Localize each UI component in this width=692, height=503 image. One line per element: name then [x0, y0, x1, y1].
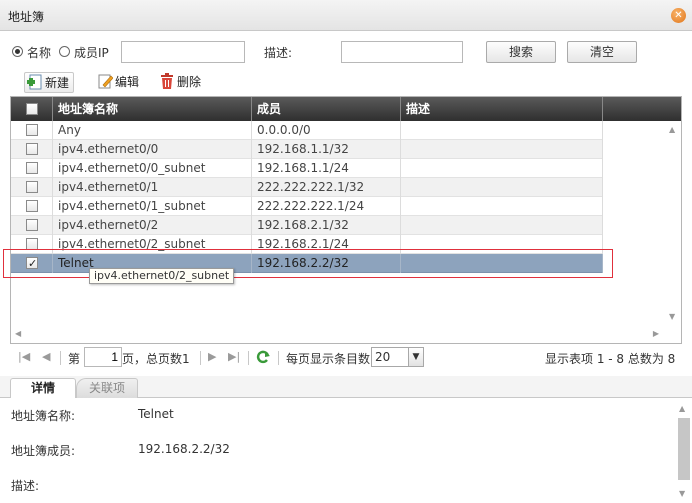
close-icon[interactable]: ✕ — [671, 8, 686, 23]
cell-desc — [401, 121, 603, 140]
new-label: 新建 — [45, 76, 70, 90]
clear-button[interactable]: 清空 — [567, 41, 637, 63]
table-row[interactable]: ipv4.ethernet0/1_subnet 222.222.222.1/24 — [11, 197, 603, 216]
detail-scroll-thumb[interactable] — [678, 418, 690, 480]
cell-name: Any — [53, 121, 252, 140]
detail-name-label: 地址簿名称: — [11, 409, 76, 423]
grid-toolbar: 新建 编辑 删除 — [10, 71, 682, 95]
grid-vertical-scrollbar[interactable]: ▲ ▼ — [665, 121, 681, 325]
per-page-select[interactable]: 20 — [371, 347, 409, 367]
pager-summary: 显示表项 1 - 8 总数为 8 — [545, 352, 676, 366]
search-button[interactable]: 搜索 — [486, 41, 556, 63]
row-checkbox[interactable] — [26, 143, 38, 155]
tab-details[interactable]: 详情 — [10, 378, 76, 398]
column-header-desc[interactable]: 描述 — [401, 97, 603, 121]
cell-desc — [401, 178, 603, 197]
table-row[interactable]: ipv4.ethernet0/0 192.168.1.1/32 — [11, 140, 603, 159]
new-icon — [27, 74, 42, 90]
search-input[interactable] — [121, 41, 245, 63]
detail-member-label: 地址簿成员: — [11, 444, 76, 458]
cell-member: 222.222.222.1/32 — [252, 178, 401, 197]
first-page-icon[interactable]: |◀ — [18, 350, 30, 363]
grid-header: 地址簿名称 成员 描述 — [11, 97, 681, 121]
detail-scroll-down-icon[interactable]: ▼ — [679, 489, 685, 498]
trash-icon — [161, 73, 173, 89]
radio-member-ip-label: 成员IP — [74, 46, 109, 60]
edit-button[interactable]: 编辑 — [97, 72, 139, 93]
cell-desc — [401, 197, 603, 216]
row-checkbox[interactable] — [26, 219, 38, 231]
scroll-right-icon[interactable]: ▶ — [653, 329, 659, 338]
desc-search-label: 描述: — [264, 46, 293, 60]
cell-member: 222.222.222.1/24 — [252, 197, 401, 216]
chevron-down-icon[interactable]: ▼ — [408, 347, 424, 367]
detail-scroll-up-icon[interactable]: ▲ — [679, 404, 685, 413]
edit-label: 编辑 — [115, 75, 140, 89]
table-row[interactable]: ipv4.ethernet0/2 192.168.2.1/32 — [11, 216, 603, 235]
row-tooltip: ipv4.ethernet0/2_subnet — [89, 268, 235, 284]
scroll-down-icon[interactable]: ▼ — [669, 312, 675, 321]
detail-tabs: 详情 关联项 — [0, 376, 692, 398]
cell-name: ipv4.ethernet0/0_subnet — [53, 159, 252, 178]
edit-icon — [98, 74, 113, 89]
cell-name: ipv4.ethernet0/0 — [53, 140, 252, 159]
radio-member-ip[interactable] — [59, 46, 70, 57]
window-titlebar: 地址簿 ✕ — [0, 0, 692, 31]
prev-page-icon[interactable]: ◀ — [42, 350, 50, 363]
table-row[interactable]: ipv4.ethernet0/0_subnet 192.168.1.1/24 — [11, 159, 603, 178]
cell-name: ipv4.ethernet0/1_subnet — [53, 197, 252, 216]
radio-name-label: 名称 — [27, 46, 52, 60]
cell-desc — [401, 140, 603, 159]
search-bar: 名称 成员IP 描述: 搜索 清空 — [0, 38, 692, 66]
column-header-name[interactable]: 地址簿名称 — [53, 97, 252, 121]
delete-button[interactable]: 删除 — [159, 72, 201, 93]
header-checkbox-cell — [11, 97, 53, 121]
grid-horizontal-scrollbar[interactable]: ◀ ▶ — [11, 325, 681, 343]
address-book-grid: 地址簿名称 成员 描述 Any 0.0.0.0/0 ipv4.ethernet0… — [10, 96, 682, 344]
desc-search-input[interactable] — [341, 41, 463, 63]
page-suffix: 页，总页数1 — [122, 352, 190, 366]
new-button[interactable]: 新建 — [24, 72, 74, 93]
row-checkbox[interactable] — [26, 162, 38, 174]
table-row[interactable]: Any 0.0.0.0/0 — [11, 121, 603, 140]
cell-member: 192.168.1.1/32 — [252, 140, 401, 159]
cell-name: ipv4.ethernet0/2 — [53, 216, 252, 235]
window-title: 地址簿 — [8, 10, 45, 24]
column-header-member[interactable]: 成员 — [252, 97, 401, 121]
cell-member: 0.0.0.0/0 — [252, 121, 401, 140]
delete-label: 删除 — [177, 75, 202, 89]
cell-member: 192.168.2.1/32 — [252, 216, 401, 235]
pagination-bar: |◀ ◀ 第 页，总页数1 ▶ ▶| 每页显示条目数 20 ▼ 显示表项 1 -… — [10, 346, 682, 370]
scroll-left-icon[interactable]: ◀ — [15, 329, 21, 338]
cell-member: 192.168.1.1/24 — [252, 159, 401, 178]
cell-name: ipv4.ethernet0/1 — [53, 178, 252, 197]
row-checkbox[interactable] — [26, 181, 38, 193]
scroll-up-icon[interactable]: ▲ — [669, 125, 675, 134]
cell-desc — [401, 216, 603, 235]
page-number-input[interactable] — [84, 347, 122, 367]
detail-member-value: 192.168.2.2/32 — [138, 442, 230, 456]
detail-desc-label: 描述: — [11, 479, 40, 493]
detail-name-value: Telnet — [138, 407, 174, 421]
next-page-icon[interactable]: ▶ — [208, 350, 216, 363]
per-page-label: 每页显示条目数 — [286, 352, 371, 366]
select-all-checkbox[interactable] — [26, 103, 38, 115]
page-prefix: 第 — [68, 352, 81, 366]
detail-scrollbar[interactable]: ▲ ▼ — [676, 402, 690, 498]
tab-related[interactable]: 关联项 — [76, 378, 138, 398]
radio-name[interactable] — [12, 46, 23, 57]
row-checkbox[interactable] — [26, 200, 38, 212]
row-checkbox[interactable] — [26, 124, 38, 136]
refresh-icon[interactable] — [255, 349, 271, 365]
cell-desc — [401, 159, 603, 178]
detail-panel: 地址簿名称: Telnet 地址簿成员: 192.168.2.2/32 描述: … — [0, 398, 692, 503]
table-row[interactable]: ipv4.ethernet0/1 222.222.222.1/32 — [11, 178, 603, 197]
last-page-icon[interactable]: ▶| — [228, 350, 240, 363]
